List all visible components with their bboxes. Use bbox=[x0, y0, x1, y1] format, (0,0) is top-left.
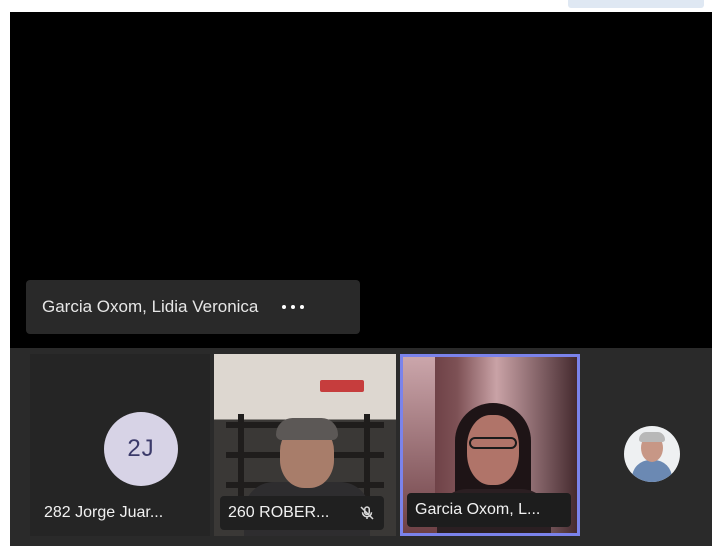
more-options-icon[interactable] bbox=[282, 301, 305, 313]
participant-avatar-photo[interactable] bbox=[624, 426, 680, 482]
microphone-off-icon bbox=[360, 506, 374, 520]
active-speaker-label: Garcia Oxom, Lidia Veronica bbox=[26, 280, 360, 334]
top-right-toolbar-chip bbox=[568, 0, 704, 8]
participant-name-jorge: 282 Jorge Juar... bbox=[44, 504, 164, 521]
main-video-stage: Garcia Oxom, Lidia Veronica bbox=[10, 12, 712, 348]
participant-head bbox=[467, 415, 519, 485]
participant-name-roberto: 260 ROBER... bbox=[220, 496, 384, 530]
participant-name-garcia: Garcia Oxom, L... bbox=[407, 493, 571, 527]
background-sign bbox=[320, 380, 364, 392]
participant-tile-garcia[interactable]: Garcia Oxom, L... bbox=[400, 354, 580, 536]
participant-strip: 2J 282 Jorge Juar... 260 ROBER... Garcia… bbox=[10, 348, 712, 546]
glasses bbox=[469, 437, 517, 449]
active-speaker-name: Garcia Oxom, Lidia Veronica bbox=[42, 297, 259, 316]
meeting-window: Garcia Oxom, Lidia Veronica 2J 282 Jorge… bbox=[10, 12, 712, 546]
participant-tile-jorge[interactable]: 2J 282 Jorge Juar... bbox=[30, 354, 210, 536]
participant-tile-roberto[interactable]: 260 ROBER... bbox=[214, 354, 396, 536]
initials-avatar: 2J bbox=[104, 412, 178, 486]
